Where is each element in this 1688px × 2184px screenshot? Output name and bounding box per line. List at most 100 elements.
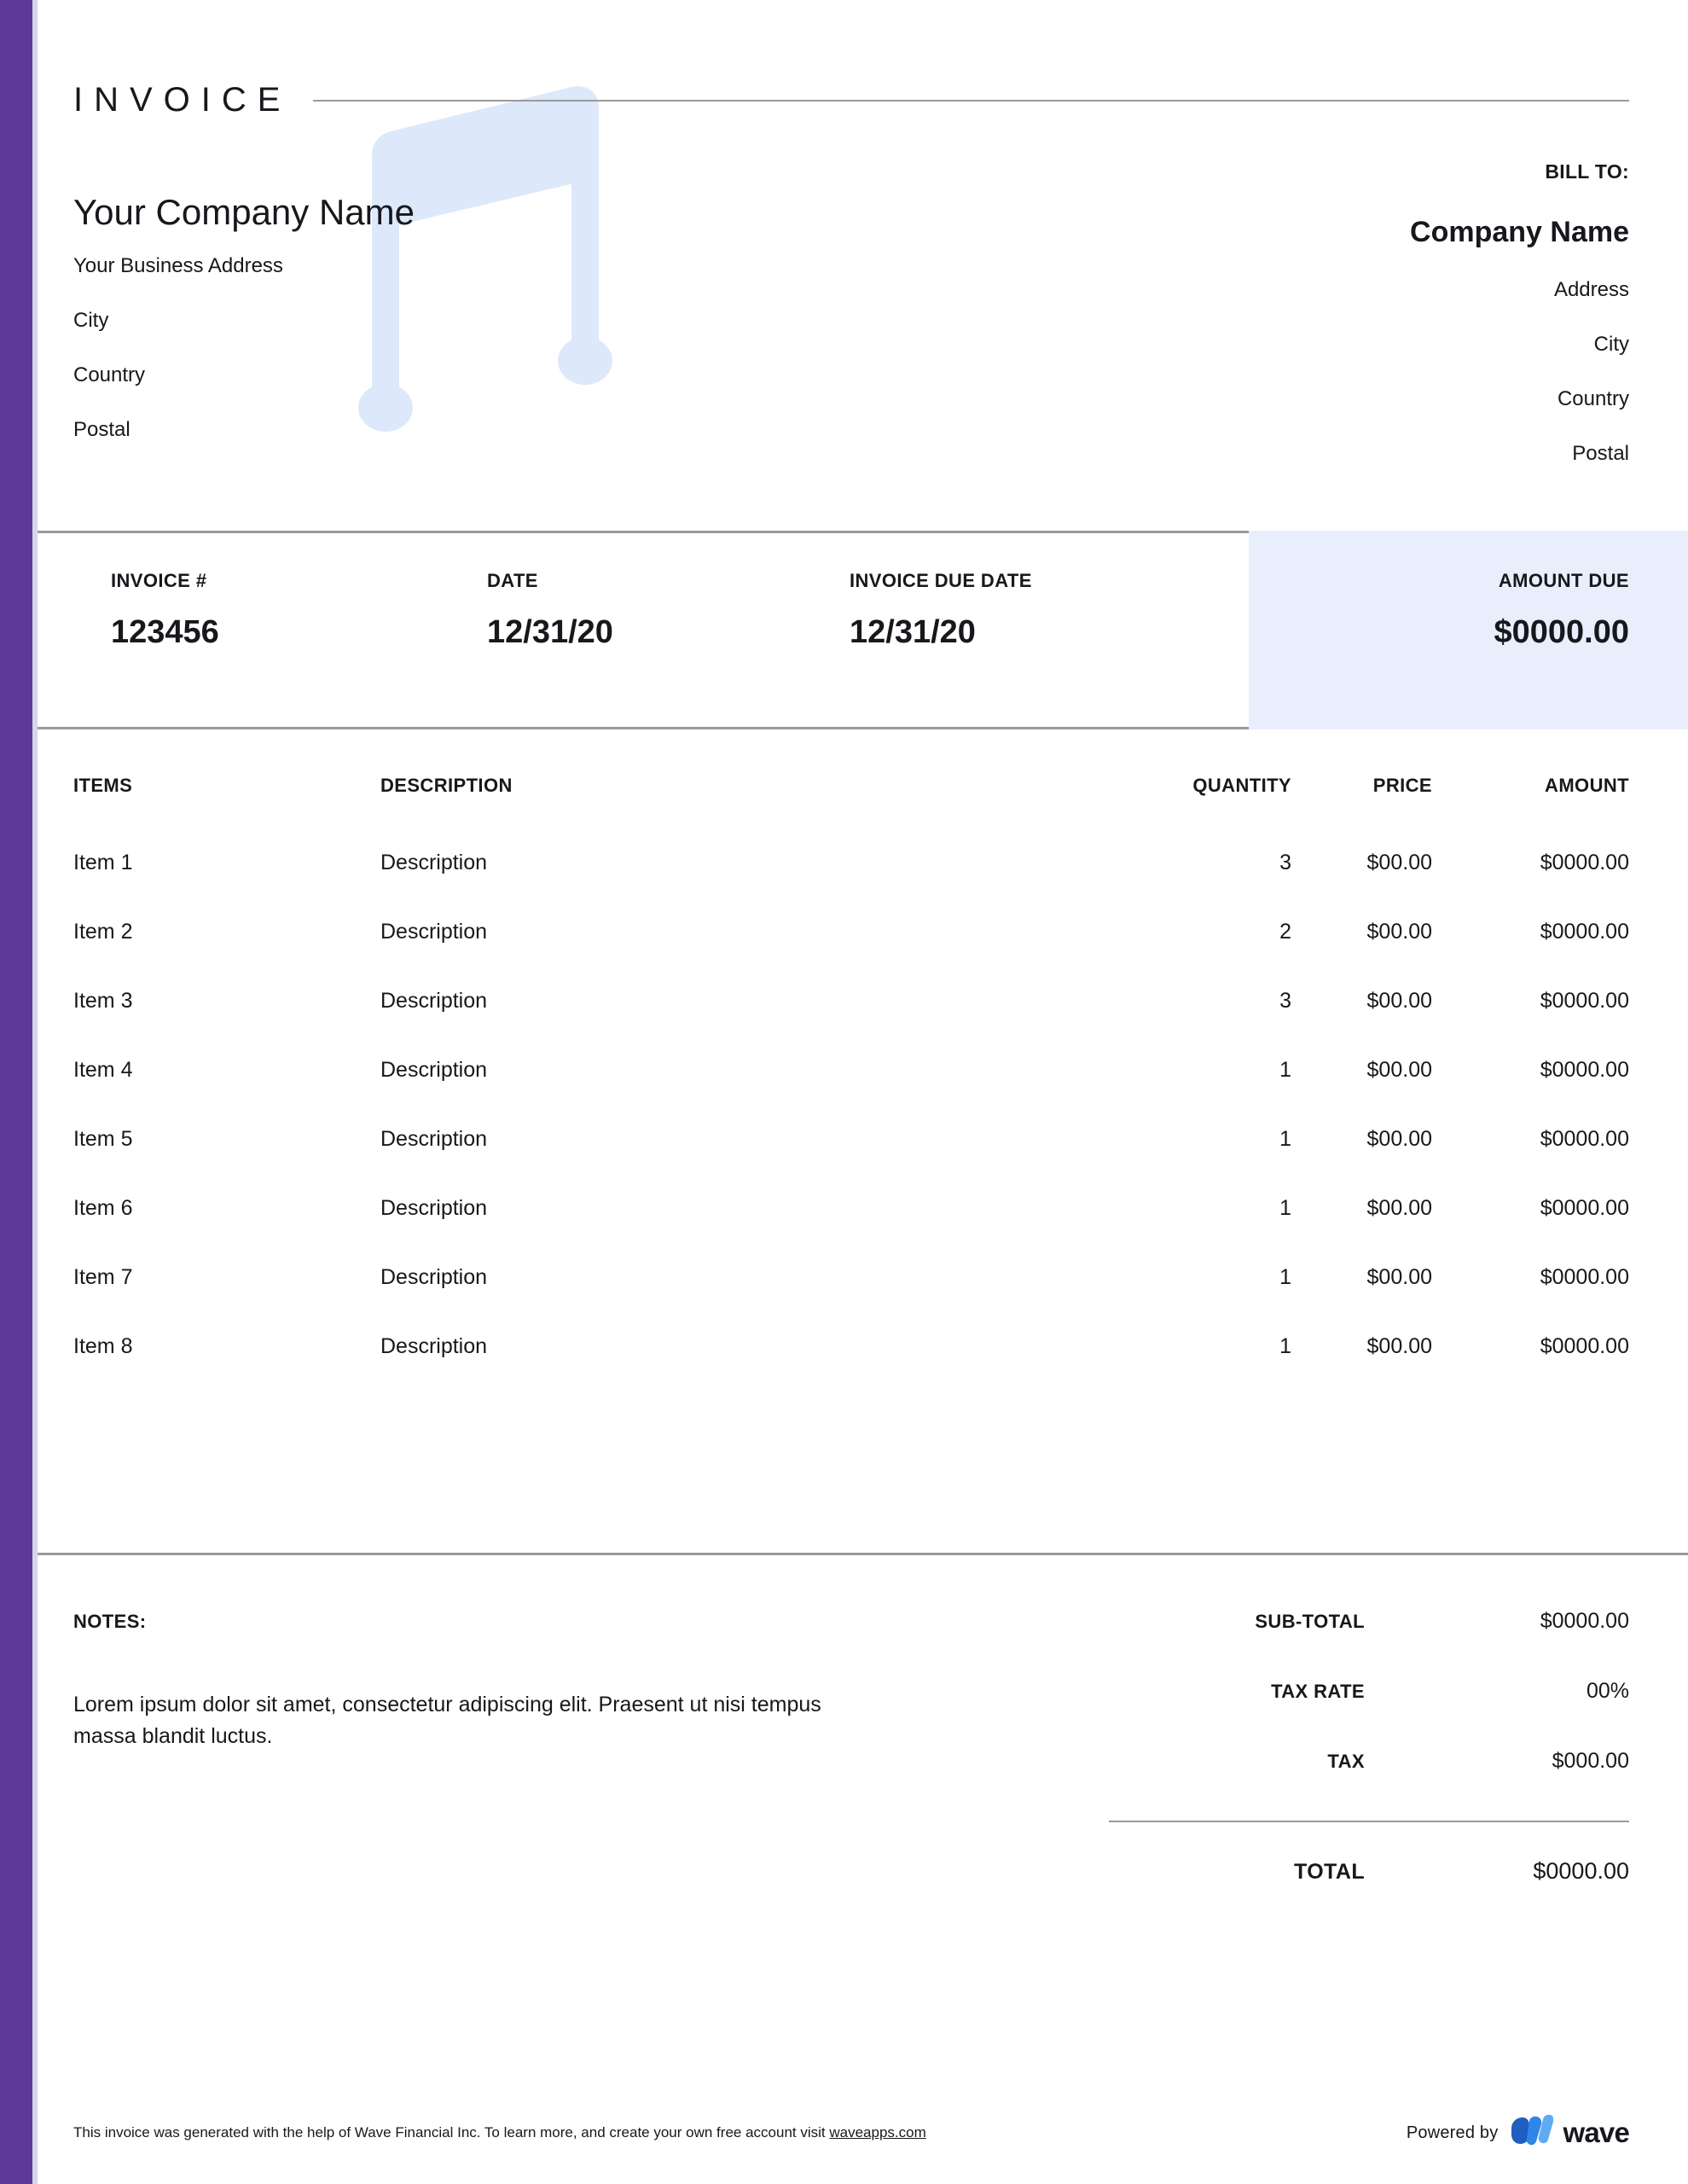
cell-description: Description [380, 851, 488, 874]
amount-due-cell: AMOUNT DUE $0000.00 [1494, 570, 1630, 649]
cell-quantity: 1 [1279, 1334, 1291, 1358]
cell-quantity: 3 [1279, 851, 1291, 874]
table-row: Item 8 Description 1 $00.00 $0000.00 [73, 1336, 1629, 1357]
powered-by-label: Powered by [1406, 2123, 1499, 2142]
column-header-description: DESCRIPTION [380, 775, 513, 796]
bill-to-company-name: Company Name [1410, 216, 1629, 248]
total-label: TOTAL [1293, 1860, 1365, 1884]
purple-accent-bar [0, 0, 32, 2184]
cell-item: Item 7 [73, 1265, 133, 1289]
cell-description: Description [380, 1127, 488, 1151]
cell-price: $00.00 [1366, 920, 1432, 944]
invoice-number-cell: INVOICE # 123456 [111, 570, 219, 650]
cell-item: Item 8 [73, 1334, 133, 1358]
subtotal-label: SUB-TOTAL [1255, 1611, 1365, 1632]
cell-item: Item 2 [73, 920, 133, 944]
total-value: $0000.00 [1533, 1858, 1629, 1884]
bill-to-address-line-2: City [1593, 333, 1629, 356]
page-title: INVOICE [73, 81, 292, 119]
cell-amount: $0000.00 [1540, 1058, 1629, 1082]
total-row: TOTAL $0000.00 [1109, 1860, 1629, 1883]
cell-quantity: 2 [1279, 920, 1291, 944]
seller-address-line-1: Your Business Address [73, 254, 283, 278]
cell-amount: $0000.00 [1540, 1334, 1629, 1358]
table-row: Item 6 Description 1 $00.00 $0000.00 [73, 1198, 1629, 1219]
invoice-number-label: INVOICE # [111, 570, 207, 591]
invoice-due-date-cell: INVOICE DUE DATE 12/31/20 [850, 570, 1032, 650]
seller-block: Your Company Name Your Business Address … [73, 192, 722, 442]
cell-price: $00.00 [1366, 1265, 1432, 1289]
invoice-date-label: DATE [487, 570, 538, 591]
table-row: Item 1 Description 3 $00.00 $0000.00 [73, 852, 1629, 874]
cell-amount: $0000.00 [1540, 1196, 1629, 1220]
cell-item: Item 1 [73, 851, 133, 874]
column-header-items: ITEMS [73, 775, 133, 796]
table-row: Item 7 Description 1 $00.00 $0000.00 [73, 1267, 1629, 1288]
seller-address-line-2: City [73, 309, 109, 333]
cell-item: Item 5 [73, 1127, 133, 1151]
cell-price: $00.00 [1366, 1058, 1432, 1082]
invoice-due-date-value: 12/31/20 [850, 614, 976, 650]
tax-rate-value: 00% [1586, 1679, 1629, 1703]
invoice-meta-bar: INVOICE # 123456 DATE 12/31/20 INVOICE D… [38, 531, 1688, 729]
invoice-page: INVOICE Your Company Name Your Business … [0, 0, 1688, 2184]
tax-value: $000.00 [1552, 1749, 1629, 1773]
notes-block: NOTES: Lorem ipsum dolor sit amet, conse… [73, 1612, 918, 1752]
cell-item: Item 3 [73, 989, 133, 1013]
bill-to-label: BILL TO: [1545, 160, 1629, 183]
table-row: Item 4 Description 1 $00.00 $0000.00 [73, 1060, 1629, 1081]
invoice-date-value: 12/31/20 [487, 614, 613, 650]
seller-address-line-4: Postal [73, 418, 131, 442]
wave-wordmark: wave [1563, 2117, 1629, 2148]
column-header-quantity: QUANTITY [1192, 775, 1291, 796]
column-header-amount: AMOUNT [1545, 775, 1629, 796]
bill-to-block: BILL TO: Company Name Address City Count… [1032, 162, 1629, 464]
table-row: Item 2 Description 2 $00.00 $0000.00 [73, 921, 1629, 943]
invoice-meta-panel [38, 531, 1249, 729]
summary-section-divider [38, 1553, 1688, 1555]
cell-amount: $0000.00 [1540, 920, 1629, 944]
cell-item: Item 6 [73, 1196, 133, 1220]
waveapps-link[interactable]: waveapps.com [829, 2124, 925, 2140]
cell-item: Item 4 [73, 1058, 133, 1082]
cell-price: $00.00 [1366, 1127, 1432, 1151]
line-items-table: ITEMS DESCRIPTION QUANTITY PRICE AMOUNT … [73, 776, 1629, 1357]
amount-due-label: AMOUNT DUE [1498, 570, 1629, 591]
invoice-number-value: 123456 [111, 614, 219, 650]
wave-logo: wave [1509, 2114, 1630, 2151]
cell-description: Description [380, 1334, 488, 1358]
seller-address-line-3: Country [73, 363, 146, 387]
tax-label: TAX [1327, 1751, 1365, 1772]
bill-to-address-line-4: Postal [1572, 442, 1629, 465]
footer-disclaimer-text: This invoice was generated with the help… [73, 2124, 830, 2140]
purple-accent-bar-edge [32, 0, 38, 2184]
seller-company-name: Your Company Name [73, 192, 415, 232]
invoice-date-cell: DATE 12/31/20 [487, 570, 613, 650]
invoice-due-date-label: INVOICE DUE DATE [850, 570, 1032, 591]
bill-to-address-line-3: Country [1557, 387, 1629, 410]
cell-price: $00.00 [1366, 989, 1432, 1013]
wave-mark-icon [1509, 2114, 1554, 2151]
cell-quantity: 3 [1279, 989, 1291, 1013]
cell-amount: $0000.00 [1540, 1127, 1629, 1151]
subtotal-row: SUB-TOTAL $0000.00 [1109, 1611, 1629, 1632]
tax-rate-label: TAX RATE [1271, 1681, 1365, 1702]
footer-disclaimer: This invoice was generated with the help… [73, 2125, 926, 2140]
totals-block: SUB-TOTAL $0000.00 TAX RATE 00% TAX $000… [1109, 1611, 1629, 1883]
table-row: Item 5 Description 1 $00.00 $0000.00 [73, 1129, 1629, 1150]
totals-divider [1109, 1821, 1629, 1822]
cell-quantity: 1 [1279, 1265, 1291, 1289]
cell-quantity: 1 [1279, 1058, 1291, 1082]
bill-to-address-line-1: Address [1553, 278, 1629, 301]
notes-label: NOTES: [73, 1611, 147, 1632]
cell-price: $00.00 [1366, 851, 1432, 874]
cell-price: $00.00 [1366, 1334, 1432, 1358]
cell-description: Description [380, 1265, 488, 1289]
cell-quantity: 1 [1279, 1196, 1291, 1220]
table-header-row: ITEMS DESCRIPTION QUANTITY PRICE AMOUNT [73, 776, 1629, 795]
cell-description: Description [380, 920, 488, 944]
notes-text: Lorem ipsum dolor sit amet, consectetur … [73, 1693, 821, 1748]
cell-price: $00.00 [1366, 1196, 1432, 1220]
tax-rate-row: TAX RATE 00% [1109, 1681, 1629, 1702]
subtotal-value: $0000.00 [1540, 1609, 1629, 1633]
